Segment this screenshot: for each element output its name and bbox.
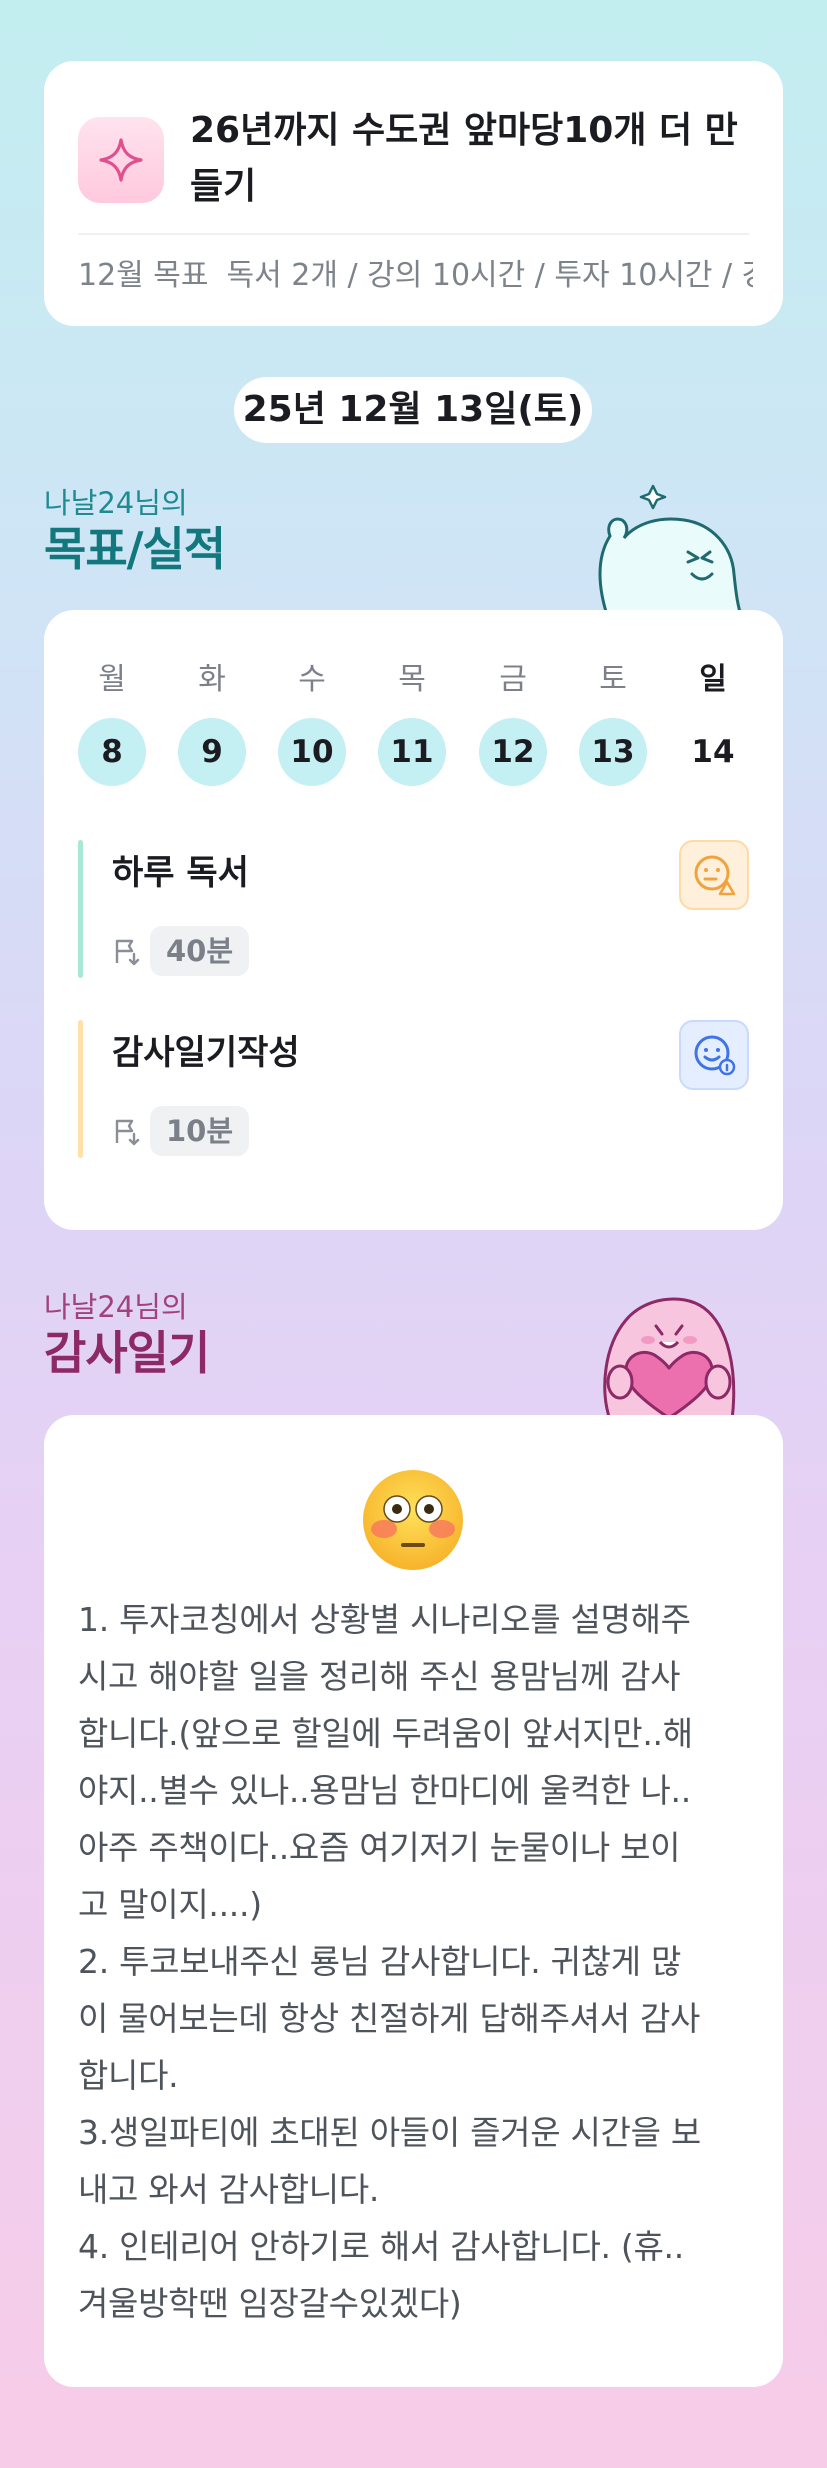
mascot-thumbs-up-icon (598, 484, 744, 618)
day-number: 14 (691, 734, 735, 770)
goals-owner-label: 나날24님의 (44, 486, 188, 520)
day-name: 목 (398, 662, 426, 697)
day-name: 토 (599, 662, 627, 697)
flag-icon (115, 939, 140, 966)
day-sat[interactable]: 토 13 (579, 660, 647, 786)
day-tue[interactable]: 화 9 (178, 660, 246, 786)
day-number: 12 (479, 718, 547, 786)
day-wed[interactable]: 수 10 (278, 660, 346, 786)
day-sun[interactable]: 일 14 (679, 660, 747, 786)
day-number: 13 (579, 718, 647, 786)
task-color-bar (78, 840, 83, 978)
goal-title: 26년까지 수도권 앞마당10개 더 만들기 (190, 110, 738, 207)
goals-section-title: 목표/실적 (44, 522, 226, 576)
task-duration: 40분 (150, 926, 250, 976)
goals-card: 월 8 화 9 수 10 목 11 금 12 토 13 일 14 하루 독서 4… (44, 610, 783, 1230)
gratitude-diary-card[interactable]: 1. 투자코칭에서 상황별 시나리오를 설명해주 시고 해야할 일을 정리해 주… (44, 1415, 783, 2387)
sparkle-icon (78, 117, 164, 203)
day-name: 수 (298, 662, 326, 697)
monthly-goal-summary: 12월 목표 독서 2개 / 강의 10시간 / 투자 10시간 / 강 (78, 253, 753, 299)
day-name: 화 (198, 662, 226, 697)
smile-face-info-icon[interactable] (679, 1020, 749, 1090)
day-number: 10 (278, 718, 346, 786)
day-number: 8 (78, 718, 146, 786)
task-title: 하루 독서 (112, 853, 249, 893)
task-title: 감사일기작성 (112, 1033, 300, 1073)
task-item[interactable]: 감사일기작성 10분 (78, 1020, 749, 1158)
diary-section-title: 감사일기 (44, 1326, 210, 1380)
day-name: 월 (98, 662, 126, 697)
day-name: 금 (499, 662, 527, 697)
day-fri[interactable]: 금 12 (479, 660, 547, 786)
mascot-heart-icon (603, 1297, 736, 1420)
day-mon[interactable]: 월 8 (78, 660, 146, 786)
diary-owner-label: 나날24님의 (44, 1290, 188, 1324)
month-detail: 독서 2개 / 강의 10시간 / 투자 10시간 / 강 (226, 258, 753, 293)
day-name: 일 (699, 662, 727, 697)
date-pill[interactable]: 25년 12월 13일(토) (234, 377, 592, 443)
day-number: 11 (378, 718, 446, 786)
day-number: 9 (178, 718, 246, 786)
task-duration: 10분 (150, 1106, 250, 1156)
diary-entry-text: 1. 투자코칭에서 상황별 시나리오를 설명해주 시고 해야할 일을 정리해 주… (78, 1600, 701, 2323)
task-color-bar (78, 1020, 83, 1158)
flag-icon (115, 1119, 140, 1146)
flushed-face-icon (363, 1470, 463, 1570)
meh-face-warning-icon[interactable] (679, 840, 749, 910)
task-item[interactable]: 하루 독서 40분 (78, 840, 749, 978)
month-label: 12월 목표 (78, 258, 209, 293)
goal-card[interactable]: 26년까지 수도권 앞마당10개 더 만들기 12월 목표 독서 2개 / 강의 … (44, 61, 783, 326)
goal-divider (78, 233, 749, 235)
day-thu[interactable]: 목 11 (378, 660, 446, 786)
